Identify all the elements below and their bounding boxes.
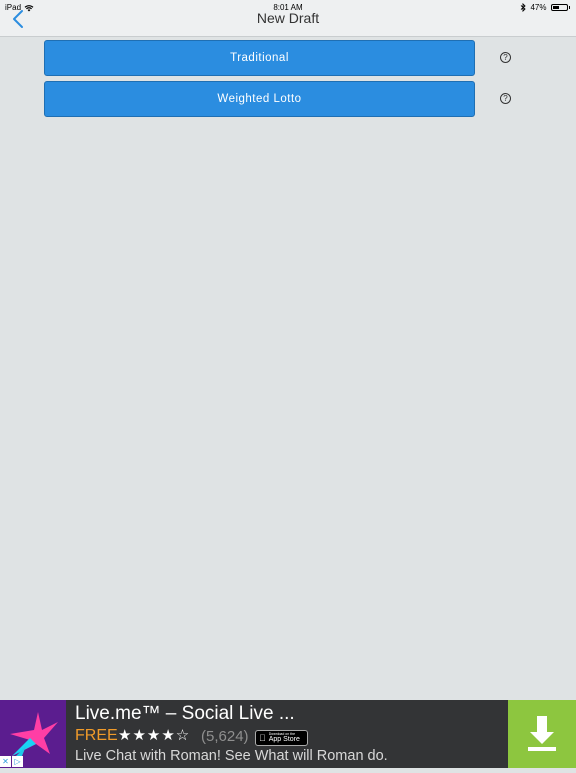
battery-tip	[568, 6, 570, 9]
apple-icon: 	[259, 733, 266, 743]
ad-price: FREE	[75, 727, 118, 744]
download-icon	[528, 716, 556, 751]
question-circle-icon[interactable]: ?	[500, 52, 511, 63]
ad-rating-count: (5,624)	[201, 728, 249, 745]
ad-title: Live.me™ – Social Live ...	[75, 703, 295, 724]
weighted-lotto-button[interactable]: Weighted Lotto	[44, 81, 475, 117]
app-store-badge-big: App Store	[262, 736, 300, 744]
navigation-bar: iPad 8:01 AM 47% New Draft	[0, 0, 576, 37]
app-store-badge[interactable]:  Download on the App Store	[255, 730, 308, 746]
ad-rating-stars: ★★★★☆	[118, 727, 191, 744]
question-circle-icon[interactable]: ?	[500, 93, 511, 104]
ad-download-button[interactable]	[508, 700, 576, 768]
traditional-button[interactable]: Traditional	[44, 40, 475, 76]
ad-description: Live Chat with Roman! See What will Roma…	[75, 748, 388, 764]
page-title: New Draft	[256, 10, 320, 26]
ad-banner[interactable]: Live.me™ – Social Live ... FREE ★★★★☆ (5…	[0, 700, 576, 768]
ad-info-icon[interactable]: ▷	[12, 756, 23, 767]
ad-choices[interactable]: ✕ ▷	[0, 756, 23, 768]
ad-close-icon[interactable]: ✕	[0, 756, 11, 767]
